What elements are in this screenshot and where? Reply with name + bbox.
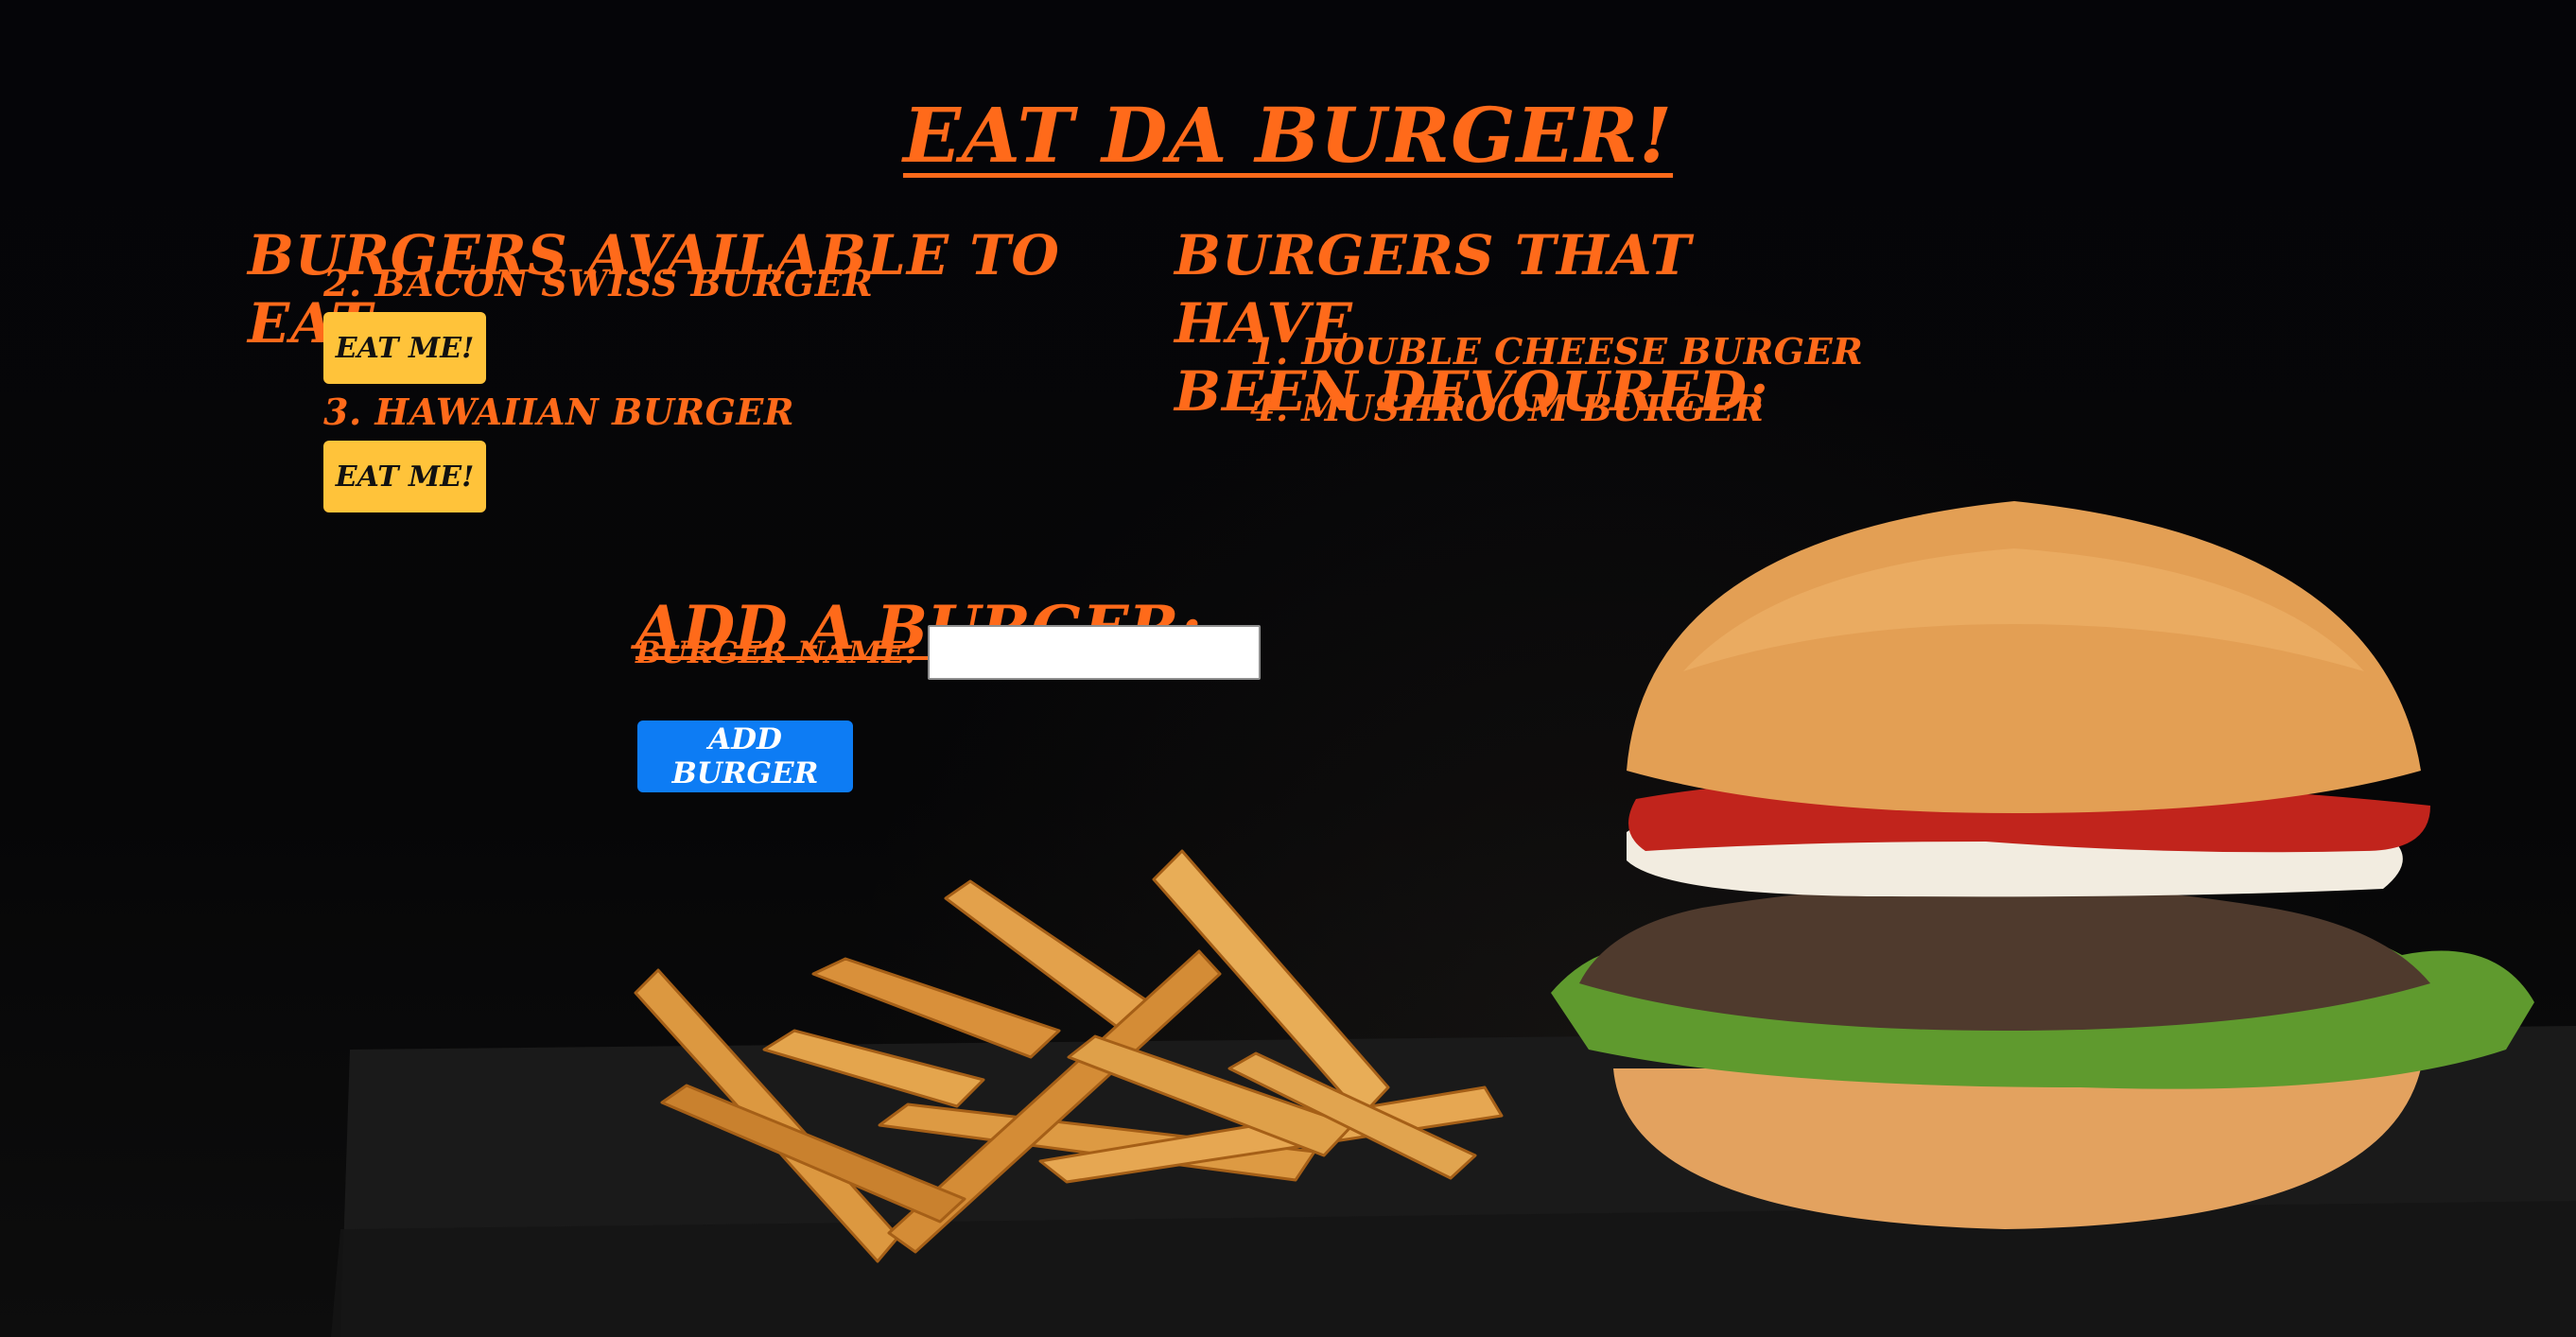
available-burger-item: 3. Hawaiian Burger [323, 391, 794, 433]
page-title: Eat Da Burger! [902, 90, 1674, 180]
eat-me-button[interactable]: Eat Me! [323, 312, 486, 384]
eat-me-button[interactable]: Eat Me! [323, 441, 486, 512]
burger [1551, 501, 2534, 1229]
burger-name-input[interactable] [927, 625, 1261, 680]
burger-name-form-row: Burger Name: [635, 622, 1261, 683]
burger-top-bun [1627, 501, 2421, 813]
add-burger-button[interactable]: Add Burger [637, 721, 853, 792]
page-container: Eat Da Burger! Burgers Available to Eat:… [0, 0, 2576, 1337]
burger-name-label: Burger Name: [635, 634, 916, 670]
burger-and-fries-background-image [331, 501, 2576, 1337]
devoured-burger-item: 1. Double Cheese Burger [1250, 330, 1864, 373]
available-burger-item: 2. Bacon Swiss Burger [323, 262, 874, 304]
devoured-burger-item: 4. Mushroom Burger [1250, 387, 1765, 429]
